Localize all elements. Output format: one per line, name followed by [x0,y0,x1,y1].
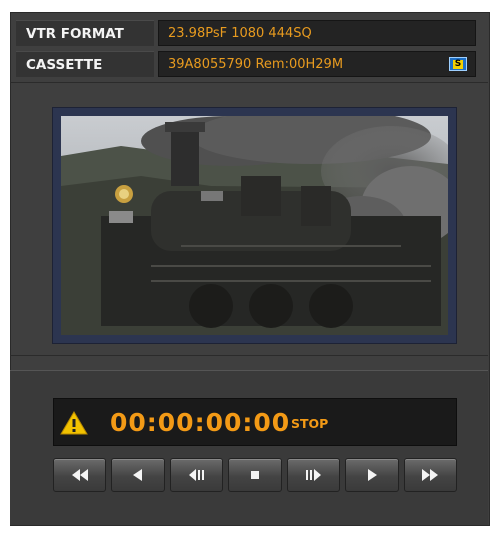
timecode-value: 00:00:00:00 [110,408,291,437]
transport-status: STOP [291,416,329,431]
cassette-row: CASSETTE 39A8055790 Rem:00H29M S [16,50,478,78]
video-preview-image [61,116,448,335]
vtr-format-value: 23.98PsF 1080 444SQ [158,20,476,46]
cassette-s-badge-icon[interactable]: S [449,57,467,71]
rewind-icon [133,469,143,481]
fast-forward-icon [422,469,439,481]
rewind-button[interactable] [111,458,165,492]
step-forward-button[interactable] [286,458,341,492]
step-forward-icon [306,469,322,481]
cassette-badge-label: S [452,58,464,69]
stop-icon [250,471,259,479]
step-back-icon [188,469,204,481]
video-preview-frame [52,107,457,344]
step-back-button[interactable] [169,458,224,492]
preview-divider [10,355,488,356]
cassette-value-field: 39A8055790 Rem:00H29M S [158,51,476,77]
cassette-label: CASSETTE [16,51,154,77]
fast-rewind-button[interactable] [53,458,107,492]
cassette-value: 39A8055790 Rem:00H29M [168,56,344,72]
timecode-display: 00:00:00:00 STOP [53,398,457,446]
fast-rewind-icon [71,469,88,481]
play-button[interactable] [345,458,399,492]
vtr-format-label: VTR FORMAT [16,20,154,46]
header-divider [10,82,488,83]
transport-control-area [10,370,488,525]
play-icon [367,469,377,481]
stop-button[interactable] [228,458,282,492]
vtr-format-row: VTR FORMAT 23.98PsF 1080 444SQ [16,19,478,47]
transport-buttons [53,458,457,492]
warning-icon [60,411,88,435]
fast-forward-button[interactable] [403,458,457,492]
